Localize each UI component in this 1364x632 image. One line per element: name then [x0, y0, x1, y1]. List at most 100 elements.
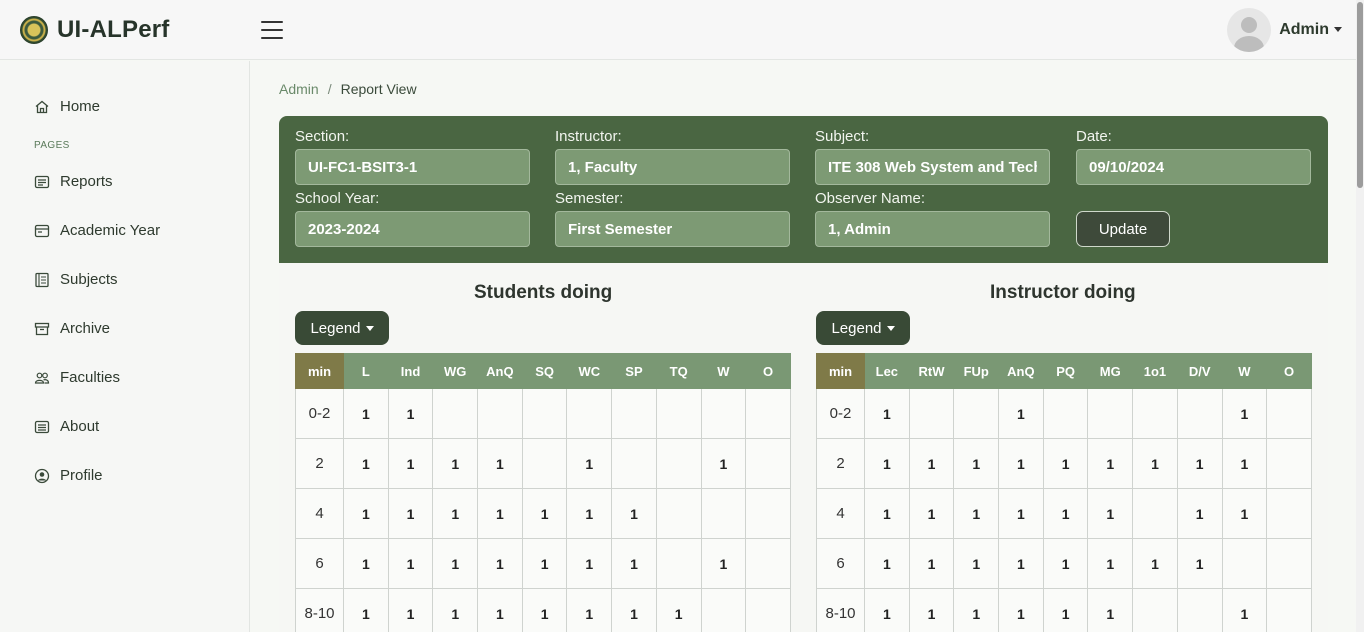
- table-cell: 1: [1132, 438, 1178, 489]
- table-cell: 1: [700, 438, 747, 489]
- table-cell: [700, 488, 747, 539]
- table-cell: [1132, 388, 1178, 439]
- semester-field[interactable]: [555, 211, 790, 247]
- table-cell: [745, 388, 791, 439]
- table-cell: 1: [343, 488, 389, 539]
- instructor-table-title: Instructor doing: [990, 282, 1136, 303]
- sidebar-item-archive[interactable]: Archive: [34, 320, 110, 337]
- table-cell: 1: [1176, 488, 1223, 539]
- sidebar-item-label: Subjects: [60, 271, 118, 288]
- about-icon: [34, 419, 50, 435]
- table-cell: 1: [864, 588, 910, 632]
- table-cell: [566, 388, 613, 439]
- table-cell: 1: [1042, 438, 1089, 489]
- sidebar-item-label: Profile: [60, 467, 103, 484]
- column-header: SQ: [521, 353, 568, 389]
- brand[interactable]: UI-ALPerf: [0, 15, 250, 44]
- table-header-row: min L Ind WG AnQ SQ WC SP TQ W O: [295, 353, 791, 389]
- sidebar-item-label: Reports: [60, 173, 113, 190]
- observer-label: Observer Name:: [815, 190, 926, 207]
- page-scrollbar[interactable]: [1356, 0, 1364, 632]
- table-cell: 1: [1132, 538, 1178, 589]
- logo-icon: [20, 15, 48, 44]
- column-header: O: [745, 353, 791, 389]
- breadcrumb-separator: /: [327, 81, 332, 97]
- table-cell: [655, 438, 702, 489]
- table-cell: 1: [387, 538, 434, 589]
- date-label: Date:: [1076, 128, 1112, 145]
- observer-field[interactable]: [815, 211, 1050, 247]
- semester-label: Semester:: [555, 190, 624, 207]
- subject-label: Subject:: [815, 128, 870, 145]
- sidebar-item-home[interactable]: Home: [34, 98, 100, 115]
- instructor-label: Instructor:: [555, 128, 622, 145]
- subject-field[interactable]: [815, 149, 1050, 185]
- table-cell: 1: [998, 488, 1044, 539]
- table-cell: 1: [343, 438, 389, 489]
- table-cell: [1087, 388, 1134, 439]
- table-cell: [1132, 488, 1178, 539]
- table-cell: 1: [343, 388, 389, 439]
- update-button[interactable]: Update: [1076, 211, 1170, 247]
- minute-cell: 4: [295, 488, 344, 539]
- sidebar-item-profile[interactable]: Profile: [34, 467, 103, 484]
- table-cell: [1176, 588, 1223, 632]
- instructor-field[interactable]: [555, 149, 790, 185]
- sidebar: Home PAGES Reports Academic Year Subject…: [0, 61, 250, 632]
- table-cell: 1: [953, 588, 1000, 632]
- table-cell: [521, 438, 568, 489]
- table-cell: 1: [1221, 438, 1268, 489]
- column-header: min: [295, 353, 344, 389]
- scrollbar-thumb[interactable]: [1357, 2, 1363, 188]
- archive-icon: [34, 321, 50, 337]
- sidebar-item-subjects[interactable]: Subjects: [34, 271, 118, 288]
- table-cell: 1: [864, 488, 910, 539]
- table-cell: 1: [611, 588, 657, 632]
- table-cell: 1: [477, 538, 523, 589]
- date-field[interactable]: [1076, 149, 1311, 185]
- sidebar-section-heading: PAGES: [34, 140, 70, 151]
- table-cell: [611, 438, 657, 489]
- column-header: W: [1221, 353, 1268, 389]
- table-cell: [655, 538, 702, 589]
- table-cell: 1: [655, 588, 702, 632]
- table-cell: [655, 388, 702, 439]
- column-header: TQ: [655, 353, 702, 389]
- section-field[interactable]: [295, 149, 530, 185]
- table-cell: 1: [387, 388, 434, 439]
- table-cell: [745, 488, 791, 539]
- instructor-legend-button[interactable]: Legend: [816, 311, 910, 345]
- table-cell: 1: [1176, 438, 1223, 489]
- table-cell: 1: [611, 488, 657, 539]
- user-menu[interactable]: Admin: [1227, 7, 1342, 52]
- table-row: 611111111: [295, 538, 791, 589]
- table-row: 8-10 1 1 1 1 1 1 1: [816, 588, 1312, 632]
- legend-label: Legend: [310, 319, 361, 337]
- sidebar-item-faculties[interactable]: Faculties: [34, 369, 120, 386]
- table-cell: 1: [611, 538, 657, 589]
- minute-cell: 0-2: [816, 388, 865, 439]
- sidebar-item-academic-year[interactable]: Academic Year: [34, 222, 160, 239]
- table-cell: 1: [908, 488, 955, 539]
- table-row: 8-10 1 1 1 1 1 1 1 1: [295, 588, 791, 632]
- table-cell: 1: [432, 538, 479, 589]
- table-cell: 1: [908, 438, 955, 489]
- menu-toggle-icon[interactable]: [261, 20, 283, 39]
- sidebar-item-about[interactable]: About: [34, 418, 99, 435]
- sidebar-item-reports[interactable]: Reports: [34, 173, 113, 190]
- table-cell: 1: [387, 588, 434, 632]
- report-info-panel: Section: Instructor: Subject: Date: Scho…: [279, 116, 1328, 263]
- table-cell: 1: [432, 438, 479, 489]
- column-header: W: [700, 353, 747, 389]
- minute-cell: 8-10: [295, 588, 344, 632]
- students-legend-button[interactable]: Legend: [295, 311, 389, 345]
- table-cell: 1: [1042, 538, 1089, 589]
- table-cell: [745, 588, 791, 632]
- table-cell: [1042, 388, 1089, 439]
- table-cell: 1: [1221, 388, 1268, 439]
- table-cell: 1: [343, 588, 389, 632]
- school-year-field[interactable]: [295, 211, 530, 247]
- table-cell: 1: [1042, 488, 1089, 539]
- table-cell: 1: [998, 388, 1044, 439]
- breadcrumb-link-admin[interactable]: Admin: [279, 81, 319, 97]
